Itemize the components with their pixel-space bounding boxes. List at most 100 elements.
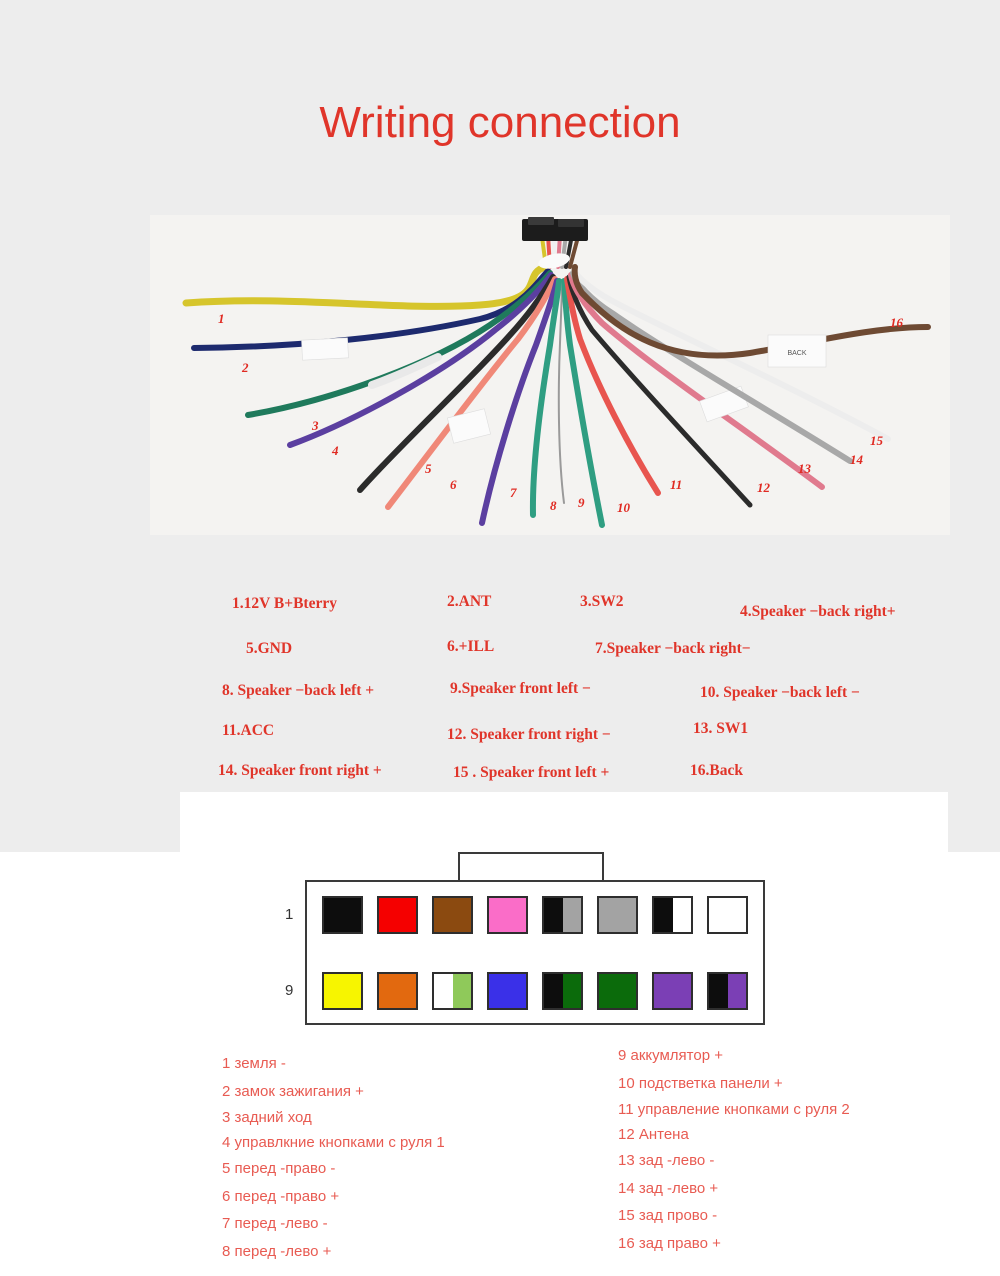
ru-item-15: 15 зад прово - bbox=[618, 1207, 718, 1224]
pin-13-half-right bbox=[562, 974, 581, 1008]
pin-14-half-left bbox=[599, 974, 618, 1008]
ru-item-8: 8 перед -лево + bbox=[222, 1242, 332, 1260]
pin-row-label-1: 1 bbox=[285, 906, 294, 923]
pin-9-half-left bbox=[324, 974, 343, 1008]
ru-item-2: 2 замок зажигания + bbox=[222, 1082, 364, 1100]
ru-item-16: 16 зад право + bbox=[618, 1234, 721, 1252]
legend-item-12: 12. Speaker front right − bbox=[447, 726, 611, 743]
legend-item-6: 6.+ILL bbox=[447, 638, 495, 655]
pin-1-half-left bbox=[324, 898, 343, 932]
wire-label-7: 7 bbox=[510, 485, 517, 500]
pin-12-half-left bbox=[489, 974, 508, 1008]
pin-7-black-white bbox=[652, 896, 693, 934]
legend-item-14: 14. Speaker front right + bbox=[218, 762, 382, 779]
legend-item-2: 2.ANT bbox=[447, 593, 492, 610]
pin-12-blue bbox=[487, 972, 528, 1010]
pin-row-label-9: 9 bbox=[285, 982, 294, 999]
wire-label-8: 8 bbox=[550, 498, 557, 513]
ru-item-7: 7 перед -лево - bbox=[222, 1215, 328, 1232]
pin-10-half-right bbox=[397, 974, 416, 1008]
pin-6-grey bbox=[597, 896, 638, 934]
wire-label-5: 5 bbox=[425, 461, 432, 476]
pin-4-pink bbox=[487, 896, 528, 934]
pin-3-half-left bbox=[434, 898, 453, 932]
legend-item-16: 16.Back bbox=[690, 762, 743, 779]
pin-8-half-right bbox=[727, 898, 746, 932]
legend-item-7: 7.Speaker −back right− bbox=[595, 640, 751, 657]
wire-label-12: 12 bbox=[757, 480, 770, 495]
legend-item-13: 13. SW1 bbox=[693, 720, 749, 737]
pin-16-half-left bbox=[709, 974, 728, 1008]
wire-label-10: 10 bbox=[617, 500, 630, 515]
ru-item-1: 1 земля - bbox=[222, 1055, 286, 1072]
pin-16-black-purple bbox=[707, 972, 748, 1010]
pin-1-black bbox=[322, 896, 363, 934]
ru-item-5: 5 перед -право - bbox=[222, 1160, 336, 1177]
connector-body-outline bbox=[305, 880, 765, 1025]
pin-16-half-right bbox=[727, 974, 746, 1008]
wire-label-3: 3 bbox=[312, 418, 319, 433]
wire-label-2: 2 bbox=[242, 360, 249, 375]
pin-14-green bbox=[597, 972, 638, 1010]
pin-4-half-right bbox=[507, 898, 526, 932]
legend-item-5: 5.GND bbox=[246, 640, 293, 657]
legend-item-3: 3.SW2 bbox=[580, 593, 624, 610]
wire-label-14: 14 bbox=[850, 452, 863, 467]
pin-9-half-right bbox=[342, 974, 361, 1008]
pin-8-half-left bbox=[709, 898, 728, 932]
wire-label-16: 16 bbox=[890, 315, 903, 330]
pin-15-half-left bbox=[654, 974, 673, 1008]
ru-item-6: 6 перед -право + bbox=[222, 1187, 340, 1205]
pin-13-black-green bbox=[542, 972, 583, 1010]
ru-item-14: 14 зад -лево + bbox=[618, 1179, 719, 1197]
harness-illustration: BACK bbox=[150, 215, 950, 535]
russian-legend-right-column: 9 аккумлятор + 10 подстветка панели + 11… bbox=[618, 1042, 998, 1257]
legend-item-11: 11.ACC bbox=[222, 722, 275, 739]
ru-item-10: 10 подстветка панели + bbox=[618, 1074, 783, 1092]
legend-item-9: 9.Speaker front left − bbox=[450, 680, 591, 697]
pin-5-half-right bbox=[562, 898, 581, 932]
ru-item-12: 12 Антена bbox=[618, 1126, 689, 1143]
pin-7-half-right bbox=[672, 898, 691, 932]
page-title: Writing connection bbox=[319, 98, 681, 147]
pin-7-half-left bbox=[654, 898, 673, 932]
pin-4-half-left bbox=[489, 898, 508, 932]
wire-label-15: 15 bbox=[870, 433, 883, 448]
pin-12-half-right bbox=[507, 974, 526, 1008]
wire-label-13: 13 bbox=[798, 461, 811, 476]
pin-13-half-left bbox=[544, 974, 563, 1008]
wire-label-11: 11 bbox=[670, 477, 683, 492]
pin-14-half-right bbox=[617, 974, 636, 1008]
wire-label-1: 1 bbox=[218, 311, 225, 326]
pin-10-orange bbox=[377, 972, 418, 1010]
wire-label-6: 6 bbox=[450, 477, 457, 492]
wire-label-4: 4 bbox=[332, 443, 339, 458]
legend-item-4: 4.Speaker −back right+ bbox=[740, 603, 896, 620]
pin-2-red bbox=[377, 896, 418, 934]
pin-11-white-green bbox=[432, 972, 473, 1010]
pin-11-half-left bbox=[434, 974, 453, 1008]
wiring-harness-photo: BACK 1 2 3 4 5 6 7 8 9 10 11 12 13 14 15… bbox=[150, 215, 950, 535]
pin-5-half-left bbox=[544, 898, 563, 932]
wire-label-9: 9 bbox=[578, 495, 585, 510]
legend-item-15: 15 . Speaker front left + bbox=[453, 764, 610, 781]
legend-item-10: 10. Speaker −back left − bbox=[700, 684, 860, 701]
legend-item-8: 8. Speaker −back left + bbox=[222, 682, 375, 699]
pin-8-white bbox=[707, 896, 748, 934]
ru-item-13: 13 зад -лево - bbox=[618, 1152, 715, 1169]
legend-item-1: 1.12V B+Bterry bbox=[232, 595, 337, 612]
ru-item-3: 3 задний ход bbox=[222, 1109, 312, 1126]
ru-item-9: 9 аккумлятор + bbox=[618, 1047, 723, 1064]
english-pin-legend: 1.12V B+Bterry 2.ANT 3.SW2 4.Speaker −ba… bbox=[0, 585, 1000, 781]
white-band-separator bbox=[180, 792, 948, 852]
pin-2-half-right bbox=[397, 898, 416, 932]
pin-3-half-right bbox=[452, 898, 471, 932]
pin-9-yellow bbox=[322, 972, 363, 1010]
ru-item-4: 4 управлкние кнопками с руля 1 bbox=[222, 1134, 445, 1151]
pin-1-half-right bbox=[342, 898, 361, 932]
pin-6-half-right bbox=[617, 898, 636, 932]
russian-legend-left-column: 1 земля - 2 замок зажигания + 3 задний х… bbox=[222, 1050, 602, 1265]
pin-5-black-grey bbox=[542, 896, 583, 934]
svg-text:BACK: BACK bbox=[787, 350, 806, 357]
pin-11-half-right bbox=[452, 974, 471, 1008]
